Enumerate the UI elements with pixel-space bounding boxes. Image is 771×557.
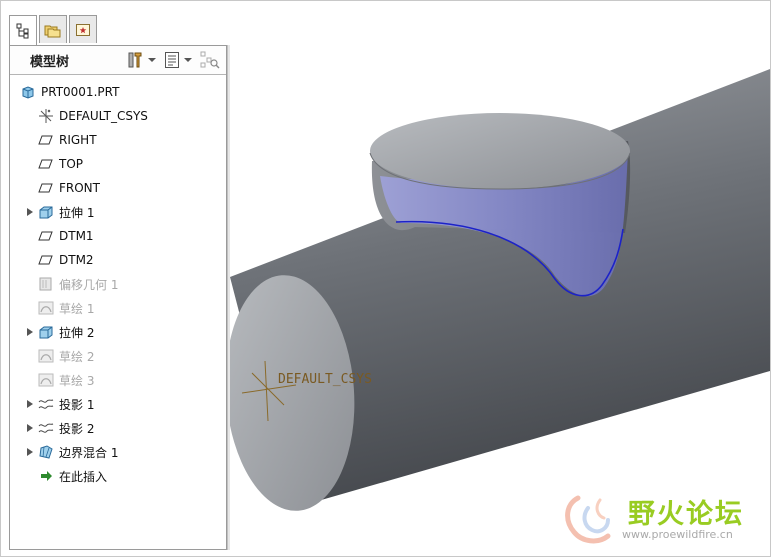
settings-dropdown-button[interactable]	[126, 50, 162, 70]
datum-plane-icon	[38, 252, 54, 268]
expand-arrow-icon[interactable]	[26, 400, 34, 408]
part-icon	[20, 84, 36, 100]
graphics-viewport[interactable]: DEFAULT_CSYS	[230, 1, 770, 554]
tree-item-label: 草绘 3	[59, 373, 95, 388]
tree-item[interactable]: 草绘 1	[10, 296, 226, 320]
datum-plane-icon	[38, 228, 54, 244]
csys-icon	[38, 108, 54, 124]
navigator-tabs	[9, 15, 97, 46]
model-tree: PRT0001.PRT DEFAULT_CSYS RIGHT TOP FRONT 拉伸 …	[10, 80, 226, 488]
tree-item[interactable]: RIGHT	[10, 128, 226, 152]
tree-item[interactable]: TOP	[10, 152, 226, 176]
projection-icon	[38, 420, 54, 436]
datum-plane-icon	[38, 132, 54, 148]
tree-item-label: 投影 1	[59, 397, 95, 412]
expand-arrow-icon[interactable]	[26, 448, 34, 456]
model-tree-header: 模型树	[10, 46, 226, 75]
tree-item-label: 投影 2	[59, 421, 95, 436]
tree-item[interactable]: 投影 1	[10, 392, 226, 416]
tools-icon	[128, 52, 142, 68]
expand-arrow-icon[interactable]	[26, 208, 34, 216]
tab-folder-browser[interactable]	[39, 15, 67, 43]
tree-item-label: 边界混合 1	[59, 445, 119, 460]
flame-logo-icon	[565, 495, 611, 544]
boundary-blend-icon	[38, 444, 54, 460]
chevron-down-icon	[184, 58, 192, 62]
datum-plane-icon	[38, 180, 54, 196]
boss-top-face	[370, 113, 630, 189]
folder-browser-icon	[44, 25, 61, 37]
tree-item[interactable]: 边界混合 1	[10, 440, 226, 464]
tree-item-label: 草绘 1	[59, 301, 95, 316]
tree-item[interactable]: 投影 2	[10, 416, 226, 440]
tree-item[interactable]: 拉伸 1	[10, 200, 226, 224]
sketch-icon	[38, 300, 54, 316]
header-toolbar	[126, 50, 220, 70]
extrude-icon	[38, 324, 54, 340]
model-scene: DEFAULT_CSYS	[230, 69, 770, 511]
tree-item-root[interactable]: PRT0001.PRT	[10, 80, 226, 104]
tree-item-label: 偏移几何 1	[59, 277, 119, 292]
sketch-icon	[38, 372, 54, 388]
watermark-text: 野火论坛	[628, 499, 744, 530]
tree-item-label: FRONT	[59, 181, 100, 195]
tab-favorites[interactable]	[69, 15, 97, 43]
tree-item[interactable]: DEFAULT_CSYS	[10, 104, 226, 128]
tree-item[interactable]: DTM1	[10, 224, 226, 248]
favorites-icon	[76, 23, 90, 36]
tree-item[interactable]: DTM2	[10, 248, 226, 272]
list-icon	[165, 52, 179, 68]
tree-item-label: 拉伸 1	[59, 205, 95, 220]
tree-item-label: RIGHT	[59, 133, 97, 147]
tree-item[interactable]: 偏移几何 1	[10, 272, 226, 296]
datum-plane-icon	[38, 156, 54, 172]
insert-here-icon	[38, 468, 54, 484]
search-tree-button[interactable]	[200, 50, 220, 70]
tree-item-label: PRT0001.PRT	[41, 85, 120, 99]
tree-item-label: 草绘 2	[59, 349, 95, 364]
tree-item-label: DTM1	[59, 229, 94, 243]
panel-title: 模型树	[30, 54, 70, 70]
sketch-icon	[38, 348, 54, 364]
tree-item[interactable]: 在此插入	[10, 464, 226, 488]
tree-item-label: DEFAULT_CSYS	[59, 109, 148, 123]
tree-item[interactable]: FRONT	[10, 176, 226, 200]
forum-watermark: 野火论坛 www.proewildfire.cn	[558, 490, 763, 550]
tree-item-label: DTM2	[59, 253, 94, 267]
tree-item[interactable]: 拉伸 2	[10, 320, 226, 344]
expand-arrow-icon[interactable]	[26, 328, 34, 336]
tree-item[interactable]: 草绘 2	[10, 344, 226, 368]
extrude-icon	[38, 204, 54, 220]
watermark-url: www.proewildfire.cn	[622, 528, 733, 541]
show-dropdown-button[interactable]	[164, 50, 198, 70]
expand-arrow-icon[interactable]	[26, 424, 34, 432]
tree-search-icon	[200, 51, 220, 69]
tree-items: DEFAULT_CSYS RIGHT TOP FRONT 拉伸 1 DTM1 DTM2 偏移几…	[10, 104, 226, 488]
csys-label: DEFAULT_CSYS	[278, 372, 372, 387]
tree-item[interactable]: 草绘 3	[10, 368, 226, 392]
tab-model-tree[interactable]	[9, 15, 37, 46]
model-tree-icon	[16, 23, 29, 39]
tree-item-label: 在此插入	[59, 469, 108, 484]
tree-item-label: 拉伸 2	[59, 325, 95, 340]
chevron-down-icon	[148, 58, 156, 62]
projection-icon	[38, 396, 54, 412]
tree-item-label: TOP	[59, 157, 84, 171]
offset-geometry-icon	[38, 276, 54, 292]
model-tree-panel: 模型树 PRT0001.PRT DEFAULT_CSYS RIGHT TOP F…	[9, 45, 227, 550]
